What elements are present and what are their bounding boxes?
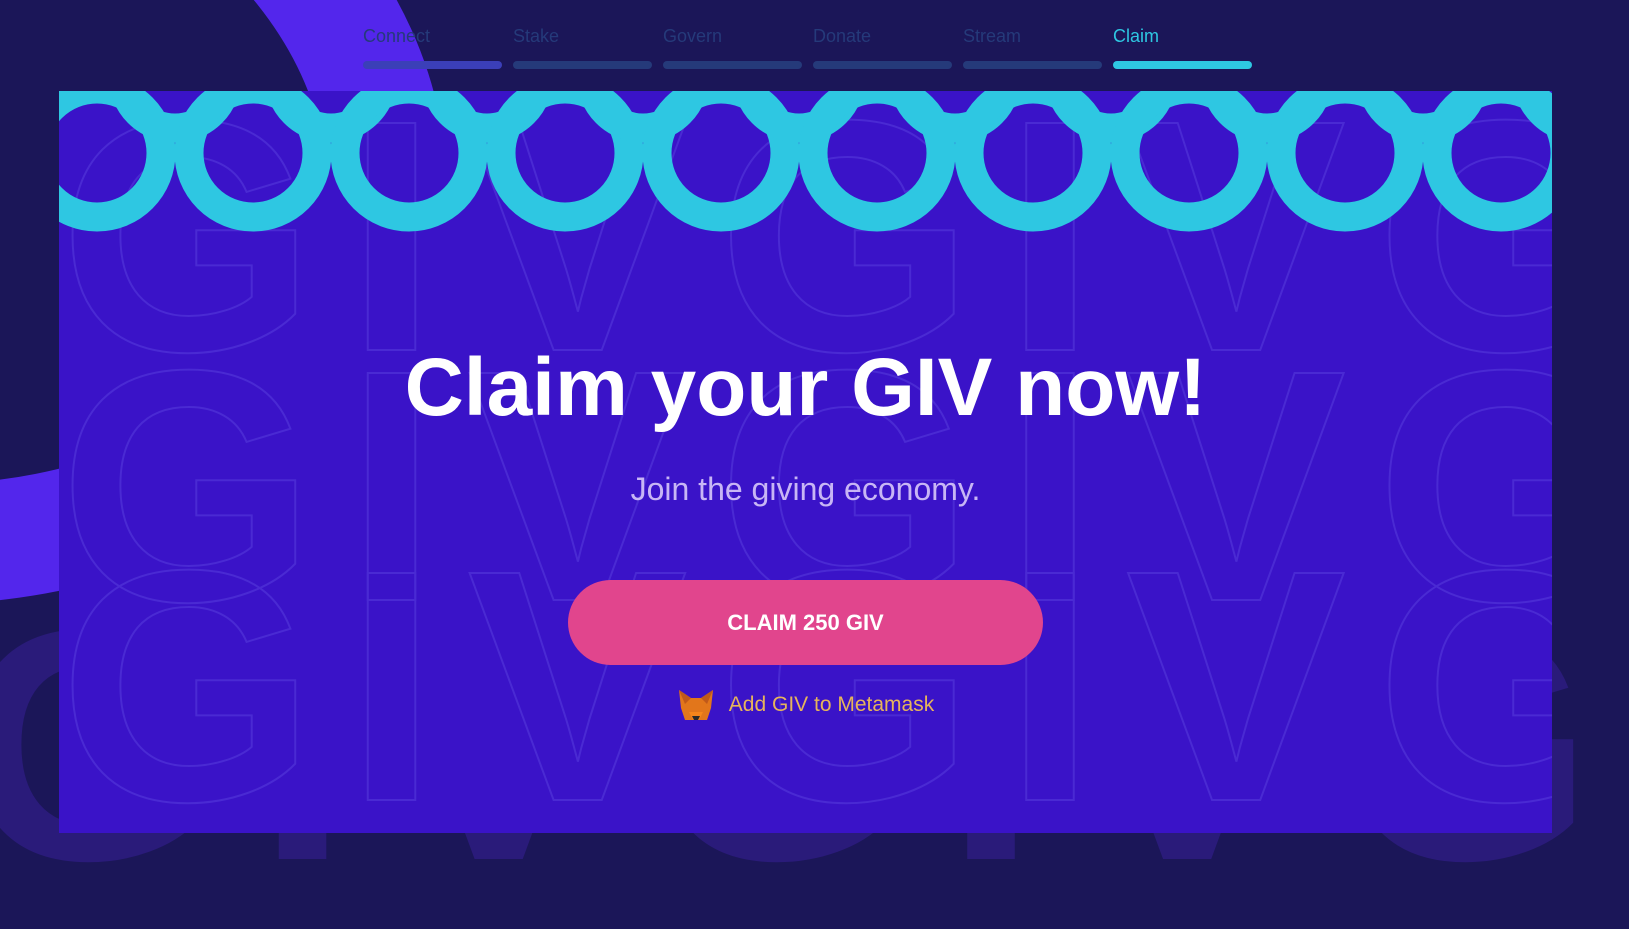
step-label: Stream xyxy=(963,26,1022,46)
step-label: Claim xyxy=(1113,26,1160,46)
step-bar xyxy=(1113,61,1252,69)
step-label: Donate xyxy=(813,26,872,46)
page-subtitle: Join the giving economy. xyxy=(630,471,981,507)
step-bar xyxy=(363,61,502,69)
scallop-border xyxy=(59,91,1552,232)
claim-card: GIVGIVGIV GIVGIVGIV GIVGIVGIV Claim your… xyxy=(59,91,1552,833)
step-stream[interactable]: Stream xyxy=(963,26,1102,69)
metamask-link-label: Add GIV to Metamask xyxy=(728,693,935,716)
step-label: Stake xyxy=(513,26,560,46)
stepper: Connect Stake Govern Donate Stream Claim xyxy=(363,26,1252,69)
step-label: Connect xyxy=(363,26,431,46)
step-stake[interactable]: Stake xyxy=(513,26,652,69)
step-donate[interactable]: Donate xyxy=(813,26,952,69)
metamask-fox-icon xyxy=(678,690,713,720)
claim-button[interactable]: CLAIM 250 GIV xyxy=(568,580,1043,665)
step-bar xyxy=(513,61,652,69)
step-bar xyxy=(963,61,1102,69)
step-bar xyxy=(813,61,952,69)
step-connect[interactable]: Connect xyxy=(363,26,502,69)
step-govern[interactable]: Govern xyxy=(663,26,802,69)
step-label: Govern xyxy=(663,26,723,46)
page-title: Claim your GIV now! xyxy=(404,342,1207,433)
step-bar xyxy=(663,61,802,69)
add-to-metamask-link[interactable]: Add GIV to Metamask xyxy=(59,688,1552,722)
step-claim[interactable]: Claim xyxy=(1113,26,1252,69)
